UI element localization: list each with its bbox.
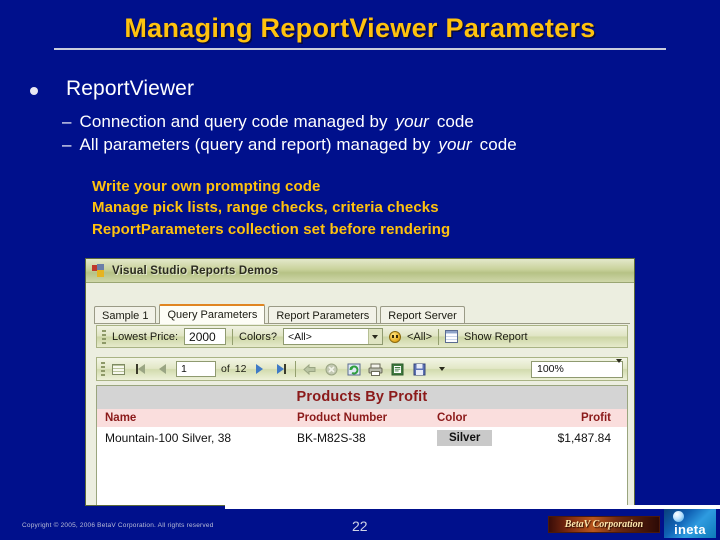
bullet-text-pre: All parameters (query and report) manage… xyxy=(79,134,431,154)
zoom-value: 100% xyxy=(537,363,564,375)
smiley-face-icon[interactable] xyxy=(388,330,401,343)
cell-product-number: BK-M82S-38 xyxy=(297,431,366,445)
print-layout-icon[interactable] xyxy=(389,361,406,377)
current-page-input[interactable]: 1 xyxy=(176,361,216,377)
cell-profit: $1,487.84 xyxy=(557,431,611,445)
tab-sample-1[interactable]: Sample 1 xyxy=(94,306,157,324)
print-icon[interactable] xyxy=(367,361,384,377)
document-map-icon[interactable] xyxy=(110,361,127,377)
chevron-down-icon[interactable] xyxy=(367,329,382,344)
toolbar-grip-handle[interactable] xyxy=(101,362,105,376)
tab-report-server[interactable]: Report Server xyxy=(380,306,465,324)
note-line: ReportParameters collection set before r… xyxy=(92,220,451,238)
column-header-product-number: Product Number xyxy=(297,412,388,424)
tab-report-parameters[interactable]: Report Parameters xyxy=(268,306,378,324)
back-arrow-icon[interactable] xyxy=(301,361,318,377)
tab-strip: Sample 1 Query Parameters Report Paramet… xyxy=(94,304,630,324)
last-page-icon[interactable] xyxy=(273,361,290,377)
report-viewer-toolbar: 1 of 12 100% xyxy=(96,357,628,381)
show-report-button[interactable]: Show Report xyxy=(464,331,528,343)
note-line: Manage pick lists, range checks, criteri… xyxy=(92,199,439,217)
colors-dropdown-value: <All> xyxy=(287,330,312,343)
page-number: 22 xyxy=(352,518,368,534)
bullet-text-pre: Connection and query code managed by xyxy=(79,112,388,131)
previous-page-icon[interactable] xyxy=(154,361,171,377)
title-divider xyxy=(54,48,666,50)
bullet-text-post: code xyxy=(479,134,517,154)
note-line: Write your own prompting code xyxy=(92,178,321,195)
page-title: Managing ReportViewer Parameters xyxy=(124,13,596,43)
bullet-text-emphasis: your xyxy=(438,134,472,154)
lowest-price-input[interactable]: 2000 xyxy=(184,328,227,345)
visual-studio-icon xyxy=(92,264,105,277)
of-label: of xyxy=(221,363,230,375)
colors-label: Colors? xyxy=(239,330,277,343)
bullet-level1: ReportViewer xyxy=(30,77,650,101)
toolbar-separator xyxy=(232,328,234,345)
copyright-text: Copyright © 2005, 2006 BetaV Corporation… xyxy=(22,522,214,529)
column-header-profit: Profit xyxy=(580,412,611,424)
parameter-toolbar: Lowest Price: 2000 Colors? <All> <All> S… xyxy=(96,325,628,348)
bullet-dot-icon xyxy=(30,87,38,95)
cell-color: Silver xyxy=(437,430,519,446)
ineta-sphere-icon xyxy=(673,511,684,522)
colors-dropdown[interactable]: <All> xyxy=(282,328,383,345)
lowest-price-label: Lowest Price: xyxy=(112,330,179,343)
toolbar-separator xyxy=(438,328,440,345)
footer-divider xyxy=(225,505,720,509)
bullet-text-post: code xyxy=(436,112,474,131)
bullet-level1-label: ReportViewer xyxy=(66,77,195,100)
export-dropdown-icon[interactable] xyxy=(433,361,450,377)
first-page-icon[interactable] xyxy=(132,361,149,377)
ineta-logo-text: ineta xyxy=(674,522,706,537)
report-header-row: Name Product Number Color Profit xyxy=(97,409,627,427)
notes-block: Write your own prompting code Manage pic… xyxy=(92,176,692,240)
bullet-level2-list: – Connection and query code managed by y… xyxy=(62,111,702,157)
app-screenshot: Visual Studio Reports Demos Sample 1 Que… xyxy=(85,258,635,506)
toolbar-grip-handle[interactable] xyxy=(102,329,106,344)
column-header-name: Name xyxy=(105,412,137,424)
title-area: Managing ReportViewer Parameters xyxy=(0,13,720,43)
report-grid-icon xyxy=(445,330,459,343)
second-filter-value: <All> xyxy=(406,330,433,343)
table-row: Mountain-100 Silver, 38 BK-M82S-38 Silve… xyxy=(97,427,627,449)
report-title: Products By Profit xyxy=(97,386,627,409)
zoom-dropdown[interactable]: 100% xyxy=(531,359,623,378)
next-page-icon[interactable] xyxy=(251,361,268,377)
bullet-text-emphasis: your xyxy=(395,112,429,131)
chevron-down-icon[interactable] xyxy=(616,359,622,375)
app-title-bar: Visual Studio Reports Demos xyxy=(86,259,634,283)
tab-query-parameters[interactable]: Query Parameters xyxy=(159,304,266,324)
toolbar-separator xyxy=(295,361,297,377)
report-body: Products By Profit Name Product Number C… xyxy=(96,385,628,505)
bullet-level2-item: – All parameters (query and report) mana… xyxy=(62,134,702,157)
cell-color-badge: Silver xyxy=(437,430,493,446)
betav-logo-text: BetaV Corporation xyxy=(564,519,644,530)
dash-icon: – xyxy=(62,134,72,154)
bullet-level2-item: – Connection and query code managed by y… xyxy=(62,111,702,134)
total-pages-label: 12 xyxy=(234,363,247,375)
app-window-title: Visual Studio Reports Demos xyxy=(112,264,279,277)
stop-icon[interactable] xyxy=(323,361,340,377)
refresh-icon[interactable] xyxy=(345,361,362,377)
betav-corporation-logo: BetaV Corporation xyxy=(548,516,660,533)
cell-name: Mountain-100 Silver, 38 xyxy=(105,431,232,445)
dash-icon: – xyxy=(62,112,72,131)
ineta-logo: ineta xyxy=(664,509,716,538)
column-header-color: Color xyxy=(437,412,468,424)
export-save-icon[interactable] xyxy=(411,361,428,377)
